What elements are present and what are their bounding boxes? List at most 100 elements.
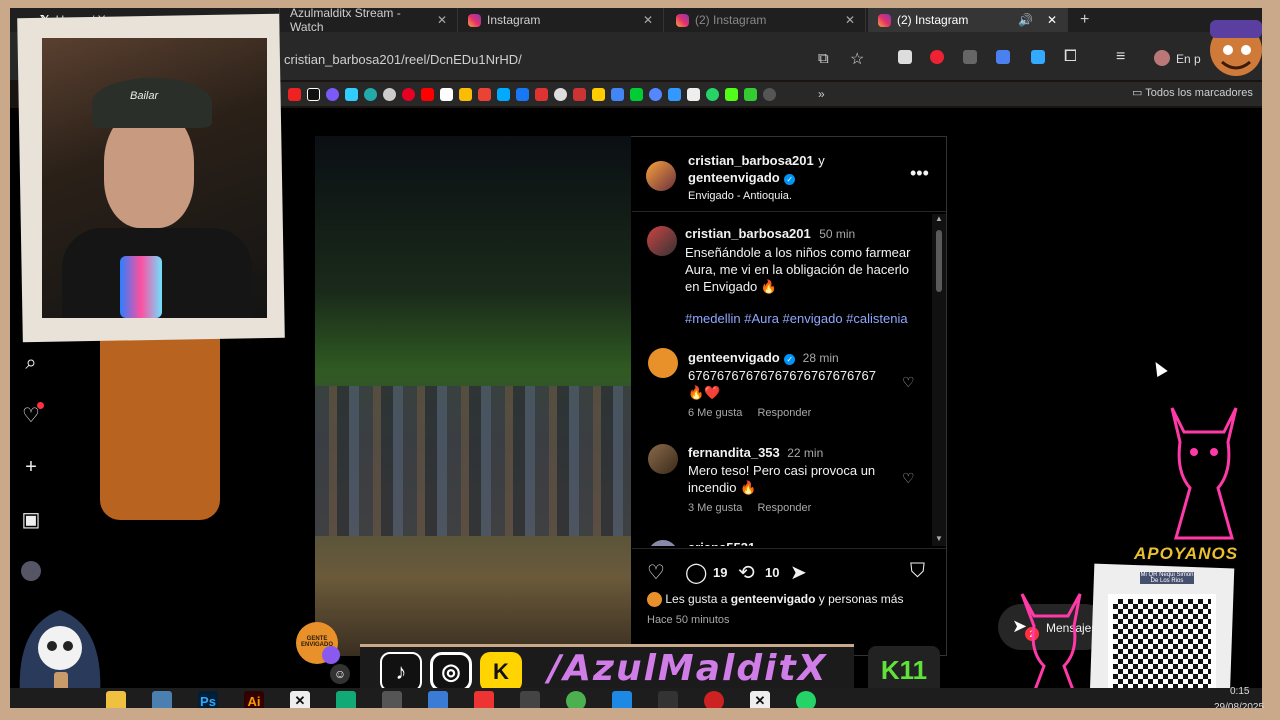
bookmark-icon[interactable] (611, 87, 624, 101)
bookmark-icon[interactable] (649, 87, 662, 101)
likes-summary: Les gusta a genteenvigado y personas más (647, 592, 904, 608)
bookmark-icon[interactable] (744, 87, 757, 101)
more-options-icon[interactable]: ••• (910, 163, 929, 184)
tab-instagram-2[interactable]: (2) Instagram ✕ (666, 8, 866, 32)
author-connector: y (818, 153, 825, 168)
facebook-icon[interactable] (516, 87, 529, 101)
comment-avatar[interactable] (648, 348, 678, 378)
comment-like-heart-icon[interactable]: ♡ (902, 470, 915, 487)
extension-icon[interactable] (930, 50, 944, 64)
post-timestamp: Hace 50 minutos (647, 614, 730, 626)
comment-avatar[interactable] (648, 444, 678, 474)
caption-avatar[interactable] (647, 226, 677, 256)
bookmark-icon[interactable] (288, 87, 301, 101)
author-avatar[interactable] (646, 161, 676, 191)
bookmark-icon[interactable] (573, 87, 586, 101)
comment-avatar[interactable] (648, 540, 678, 546)
youtube-icon[interactable] (421, 87, 434, 101)
profile-avatar[interactable] (1154, 50, 1170, 66)
reply-button[interactable]: Responder (757, 407, 811, 419)
tab-instagram[interactable]: Instagram ✕ (458, 8, 664, 32)
streamer-webcam: Bailar (42, 38, 267, 318)
devil-mascot-icon (1210, 20, 1262, 76)
likes-others[interactable]: y personas más (819, 592, 904, 606)
close-tab-icon[interactable]: ✕ (437, 13, 447, 27)
overlay-frame-left (0, 0, 10, 720)
notifications-heart-icon[interactable]: ♡ (18, 402, 44, 428)
puzzle-extensions-icon[interactable]: ⧠ (1064, 48, 1077, 66)
bookmark-icon[interactable] (592, 87, 605, 101)
like-heart-icon[interactable]: ♡ (647, 560, 665, 585)
comment-like-count[interactable]: 6 Me gusta (688, 407, 742, 419)
bookmark-icon[interactable] (326, 87, 339, 101)
bookmark-icon[interactable] (554, 87, 567, 101)
scroll-up-icon[interactable]: ▲ (935, 214, 943, 223)
comment-like-count[interactable]: 3 Me gusta (688, 502, 742, 514)
share-icon[interactable]: ➤ (790, 560, 807, 585)
extension-icon[interactable] (898, 50, 912, 64)
comment-icon[interactable]: ◯ (685, 560, 707, 585)
close-tab-icon[interactable]: ✕ (1047, 13, 1057, 27)
bookmark-icon[interactable] (440, 87, 453, 101)
more-bookmarks-icon[interactable]: » (818, 87, 825, 101)
url-field[interactable]: cristian_barbosa201/reel/DcnEDu1NrHD/ (284, 52, 522, 67)
reply-button[interactable]: Responder (757, 502, 811, 514)
collab-username[interactable]: genteenvigado (688, 170, 780, 185)
comment-username[interactable]: fernandita_353 (688, 445, 780, 460)
caption-hashtags[interactable]: #medellin #Aura #envigado #calistenia (685, 311, 917, 326)
gmail-icon[interactable] (478, 87, 491, 101)
close-tab-icon[interactable]: ✕ (845, 13, 855, 27)
bookmark-icon[interactable] (763, 87, 776, 101)
nequi-qr-code[interactable] (1108, 594, 1216, 694)
bookmark-icon[interactable] (383, 87, 396, 101)
profile-avatar[interactable] (18, 558, 44, 584)
kick-icon[interactable] (725, 87, 738, 101)
instagram-left-nav: ⌕ ♡ + ▣ (18, 350, 52, 610)
bookmark-icon[interactable] (687, 87, 700, 101)
bookmark-icon[interactable] (668, 87, 681, 101)
media-controls-icon[interactable]: ≡ (1116, 48, 1125, 66)
translate-icon[interactable] (996, 50, 1010, 64)
bookmark-star-icon[interactable]: ☆ (850, 49, 864, 69)
comment-username[interactable]: ariana5531 (688, 540, 755, 546)
drive-icon[interactable] (459, 87, 472, 101)
extension-icon[interactable] (963, 50, 977, 64)
author-username[interactable]: cristian_barbosa201 (688, 153, 814, 168)
repost-icon[interactable]: ⟲ (738, 560, 755, 585)
close-tab-icon[interactable]: ✕ (643, 13, 653, 27)
scrollbar-thumb[interactable] (936, 230, 942, 292)
liker-username[interactable]: genteenvigado (731, 592, 816, 606)
new-tab-button[interactable]: + (1070, 8, 1096, 32)
caption-username[interactable]: cristian_barbosa201 (685, 226, 811, 241)
taskbar-clock[interactable]: 0:15 (1230, 686, 1249, 697)
bookmark-icon[interactable] (364, 87, 377, 101)
overlay-frame-top (0, 0, 1280, 8)
user-icon[interactable]: ☺ (330, 664, 350, 684)
bookmark-icon[interactable] (497, 87, 510, 101)
tab-azulmalditx-stream[interactable]: Azulmalditx Stream - Watch ✕ (280, 6, 458, 34)
tiktok-icon[interactable] (307, 87, 320, 101)
comment-username[interactable]: genteenvigado (688, 350, 780, 365)
bookmark-icon[interactable] (535, 87, 548, 101)
bookmark-icon[interactable] (630, 87, 643, 101)
save-bookmark-icon[interactable]: ⛉ (910, 560, 925, 583)
pink-devil-sticker-icon (1020, 593, 1082, 700)
instagram-favicon-icon (676, 13, 689, 27)
tab-instagram-active[interactable]: (2) Instagram 🔊 ✕ (868, 8, 1068, 32)
overlay-frame-right (1262, 0, 1280, 720)
extension-icon[interactable] (1031, 50, 1045, 64)
create-plus-icon[interactable]: + (18, 454, 44, 480)
speaker-icon[interactable]: 🔊 (1018, 13, 1033, 27)
whatsapp-icon[interactable] (706, 87, 719, 101)
post-location[interactable]: Envigado - Antioquia. (688, 190, 792, 202)
webcam-cup (120, 256, 162, 318)
pinterest-icon[interactable] (402, 87, 415, 101)
comment-like-heart-icon[interactable]: ♡ (902, 374, 915, 391)
bookmark-icon[interactable] (345, 87, 358, 101)
search-icon[interactable]: ⌕ (18, 350, 44, 376)
reel-video[interactable] (315, 136, 631, 656)
all-bookmarks-folder[interactable]: ▭ Todos los marcadores (1132, 86, 1253, 99)
scroll-down-icon[interactable]: ▼ (935, 534, 943, 543)
dashboard-icon[interactable]: ▣ (18, 506, 44, 532)
install-app-icon[interactable]: ⧉ (818, 50, 829, 67)
